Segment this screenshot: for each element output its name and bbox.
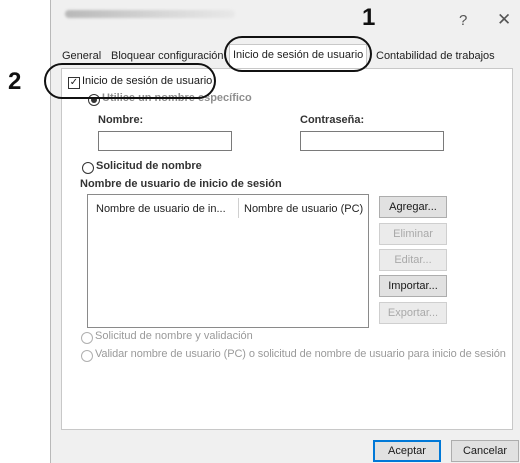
column-separator[interactable] (238, 198, 239, 218)
callout-oval-2 (44, 63, 216, 99)
column-header-pc-name[interactable]: Nombre de usuario (PC) (244, 203, 363, 215)
delete-button[interactable]: Eliminar (379, 223, 447, 245)
tab-job-accounting[interactable]: Contabilidad de trabajos (373, 46, 498, 67)
edit-button[interactable]: Editar... (379, 249, 447, 271)
dialog-title-blurred (65, 10, 235, 18)
callout-oval-1 (224, 36, 372, 72)
cancel-button[interactable]: Cancelar (451, 440, 519, 462)
callout-number-2: 2 (8, 68, 22, 95)
prompt-name-label: Solicitud de nombre (96, 160, 202, 172)
password-field[interactable] (300, 131, 444, 151)
prompt-validate-radio[interactable] (81, 332, 93, 344)
close-button[interactable]: ✕ (497, 10, 511, 30)
add-button[interactable]: Agregar... (379, 196, 447, 218)
callout-number-1: 1 (362, 4, 376, 31)
prompt-validate-label: Solicitud de nombre y validación (95, 330, 253, 342)
title-bar: ? ✕ (51, 0, 520, 40)
login-user-list[interactable]: Nombre de usuario de in... Nombre de usu… (87, 194, 369, 328)
ok-button[interactable]: Aceptar (373, 440, 441, 462)
name-label: Nombre: (98, 114, 144, 126)
prompt-name-radio[interactable] (82, 162, 94, 174)
help-button[interactable]: ? (459, 12, 467, 29)
column-header-login-name[interactable]: Nombre de usuario de in... (96, 203, 226, 215)
validate-pc-label: Validar nombre de usuario (PC) o solicit… (95, 348, 506, 360)
import-button[interactable]: Importar... (379, 275, 447, 297)
password-label: Contraseña: (300, 114, 365, 126)
export-button[interactable]: Exportar... (379, 302, 447, 324)
name-field[interactable] (98, 131, 232, 151)
validate-pc-radio[interactable] (81, 350, 93, 362)
login-user-list-title: Nombre de usuario de inicio de sesión (80, 178, 282, 190)
